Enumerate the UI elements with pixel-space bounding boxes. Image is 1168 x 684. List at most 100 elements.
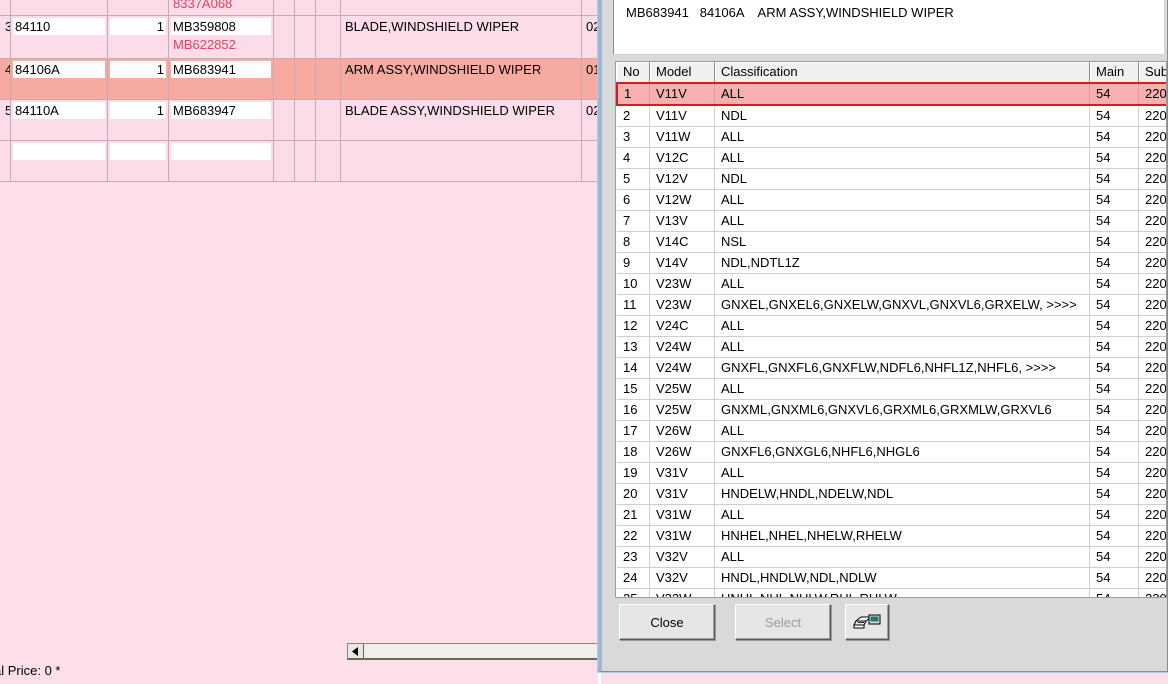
column-header-no[interactable]: No: [617, 62, 650, 84]
cell-qty[interactable]: 1: [107, 15, 169, 59]
horizontal-scrollbar[interactable]: [347, 643, 600, 660]
cell-alt[interactable]: [168, 140, 274, 182]
column-header-main[interactable]: Main: [1089, 62, 1139, 84]
table-row[interactable]: 8337A068: [0, 0, 600, 16]
column-header-model[interactable]: Model: [649, 62, 715, 84]
table-row[interactable]: 5 V12V NDL 54 220: [617, 168, 1166, 190]
cell-main: 54: [1089, 567, 1139, 589]
table-row[interactable]: 13 V24W ALL 54 220: [617, 336, 1166, 358]
cell-model: V14C: [649, 231, 715, 253]
cell-no: 12: [617, 315, 650, 337]
table-row[interactable]: 11 V23W GNXEL,GNXEL6,GNXELW,GNXVL,GNXVL6,G…: [617, 294, 1166, 316]
cell-description: BLADE ASSY,WINDSHIELD WIPER: [340, 99, 582, 141]
cell-alt[interactable]: MB359808 MB622852: [168, 15, 274, 59]
cell-classification: GNXFL6,GNXGL6,NHFL6,NHGL6: [714, 441, 1090, 463]
part-number-field[interactable]: 84110A: [13, 102, 105, 119]
part-number-field[interactable]: 84106A: [13, 61, 105, 78]
quantity-field[interactable]: 1: [110, 61, 166, 78]
table-row[interactable]: 3 84110 1 MB359808 MB622852 BLADE,WINDSH…: [0, 15, 600, 59]
cell-qty: [107, 0, 169, 16]
alt-part-field[interactable]: MB359808: [171, 18, 271, 35]
table-row[interactable]: 24 V32V HNDL,HNDLW,NDL,NDLW 54 220: [617, 567, 1166, 589]
cell-classification: GNXML,GNXML6,GNXVL6,GRXML6,GRXMLW,GRXVL6: [714, 399, 1090, 421]
cell-mark3[interactable]: [315, 99, 341, 141]
table-row[interactable]: 8 V14C NSL 54 220: [617, 231, 1166, 253]
table-row[interactable]: 22 V31W HNHEL,NHEL,NHELW,RHELW 54 220: [617, 525, 1166, 547]
cell-part[interactable]: 84106A: [10, 58, 108, 100]
cell-part[interactable]: 84110: [10, 15, 108, 59]
cell-sub: 220: [1138, 273, 1166, 295]
table-row-selected[interactable]: 1 V11V ALL 54 220: [616, 82, 1166, 106]
cell-main: 54: [1089, 189, 1139, 211]
table-row[interactable]: 6 V12W ALL 54 220: [617, 189, 1166, 211]
part-number-field[interactable]: [13, 143, 105, 160]
table-row[interactable]: 21 V31W ALL 54 220: [617, 504, 1166, 526]
table-row[interactable]: 23 V32V ALL 54 220: [617, 546, 1166, 568]
cell-classification: ALL: [714, 82, 1090, 106]
cell-no: 13: [617, 336, 650, 358]
cell-classification: ALL: [714, 420, 1090, 442]
close-button[interactable]: Close: [619, 604, 715, 640]
cell-mark3: [315, 58, 341, 100]
cell-qty[interactable]: 1: [107, 99, 169, 141]
table-row[interactable]: 9 V14V NDL,NDTL1Z 54 220: [617, 252, 1166, 274]
table-row[interactable]: 18 V26W GNXFL6,GNXGL6,NHFL6,NHGL6 54 220: [617, 441, 1166, 463]
table-row[interactable]: 4 V12C ALL 54 220: [617, 147, 1166, 169]
cell-model: V24W: [649, 336, 715, 358]
scroll-left-button[interactable]: [348, 644, 364, 658]
select-button[interactable]: Select: [735, 604, 831, 640]
alt-part-number-secondary: MB622852: [173, 37, 236, 52]
table-row[interactable]: 2 V11V NDL 54 220: [617, 105, 1166, 127]
cell-no: [0, 0, 11, 16]
table-row[interactable]: 15 V25W ALL 54 220: [617, 378, 1166, 400]
cell-no: 19: [617, 462, 650, 484]
table-row[interactable]: 19 V31V ALL 54 220: [617, 462, 1166, 484]
cell-model: V26W: [649, 420, 715, 442]
cell-alt[interactable]: MB683947: [168, 99, 274, 141]
alt-part-number: 8337A068: [173, 0, 233, 11]
cell-no: 5: [0, 99, 11, 141]
cell-qty[interactable]: [107, 140, 169, 182]
table-row-selected[interactable]: 4 84106A 1 MB683941 ARM ASSY,WINDSHIELD …: [0, 58, 600, 100]
alt-part-field[interactable]: [171, 143, 271, 160]
cell-qty[interactable]: 1: [107, 58, 169, 100]
quantity-field[interactable]: 1: [110, 102, 166, 119]
part-number-field[interactable]: 84110: [13, 18, 105, 35]
cell-main: 54: [1089, 588, 1139, 597]
table-row-empty[interactable]: [0, 140, 600, 182]
table-row[interactable]: 14 V24W GNXFL,GNXFL6,GNXFLW,NDFL6,NHFL1Z,N…: [617, 357, 1166, 379]
scrollbar-track[interactable]: [365, 644, 600, 658]
cell-part[interactable]: 84110A: [10, 99, 108, 141]
table-row[interactable]: 10 V23W ALL 54 220: [617, 273, 1166, 295]
cell-classification: ALL: [714, 462, 1090, 484]
cell-model: V11W: [649, 126, 715, 148]
alt-part-field[interactable]: MB683947: [171, 102, 271, 119]
cell-no: 7: [617, 210, 650, 232]
classification-table-wrapper[interactable]: No Model Classification Main Sub 1 V11V AL…: [615, 61, 1167, 598]
cell-sub: 220: [1138, 525, 1166, 547]
cell-no: 22: [617, 525, 650, 547]
table-row[interactable]: 25V32WHNHL,NHL,NHLW,RHL,RHLW54220: [617, 588, 1166, 597]
column-header-classification[interactable]: Classification: [714, 62, 1090, 84]
cell-mark3: [315, 0, 341, 16]
alt-part-field[interactable]: MB683941: [171, 61, 271, 78]
cell-alt[interactable]: MB683941: [168, 58, 274, 100]
print-button[interactable]: [845, 604, 889, 640]
cell-part[interactable]: [10, 140, 108, 182]
cell-model: V11V: [649, 82, 715, 106]
table-row[interactable]: 7 V13V ALL 54 220: [617, 210, 1166, 232]
table-row[interactable]: 12 V24C ALL 54 220: [617, 315, 1166, 337]
cell-sub: 220: [1138, 105, 1166, 127]
table-row[interactable]: 3 V11W ALL 54 220: [617, 126, 1166, 148]
cell-description: ARM ASSY,WINDSHIELD WIPER: [340, 58, 582, 100]
column-header-sub[interactable]: Sub: [1138, 62, 1166, 84]
table-row[interactable]: 20 V31V HNDELW,HNDL,NDELW,NDL 54 220: [617, 483, 1166, 505]
cell-sub: 220: [1138, 294, 1166, 316]
quantity-field[interactable]: 1: [110, 18, 166, 35]
cell-main: 54: [1089, 168, 1139, 190]
quantity-field[interactable]: [110, 143, 166, 160]
table-row[interactable]: 17 V26W ALL 54 220: [617, 420, 1166, 442]
table-row[interactable]: 16 V25W GNXML,GNXML6,GNXVL6,GRXML6,GRXMLW,…: [617, 399, 1166, 421]
table-row[interactable]: 5 84110A 1 MB683947 BLADE ASSY,WINDSHIEL…: [0, 99, 600, 141]
cell-main: 54: [1089, 147, 1139, 169]
